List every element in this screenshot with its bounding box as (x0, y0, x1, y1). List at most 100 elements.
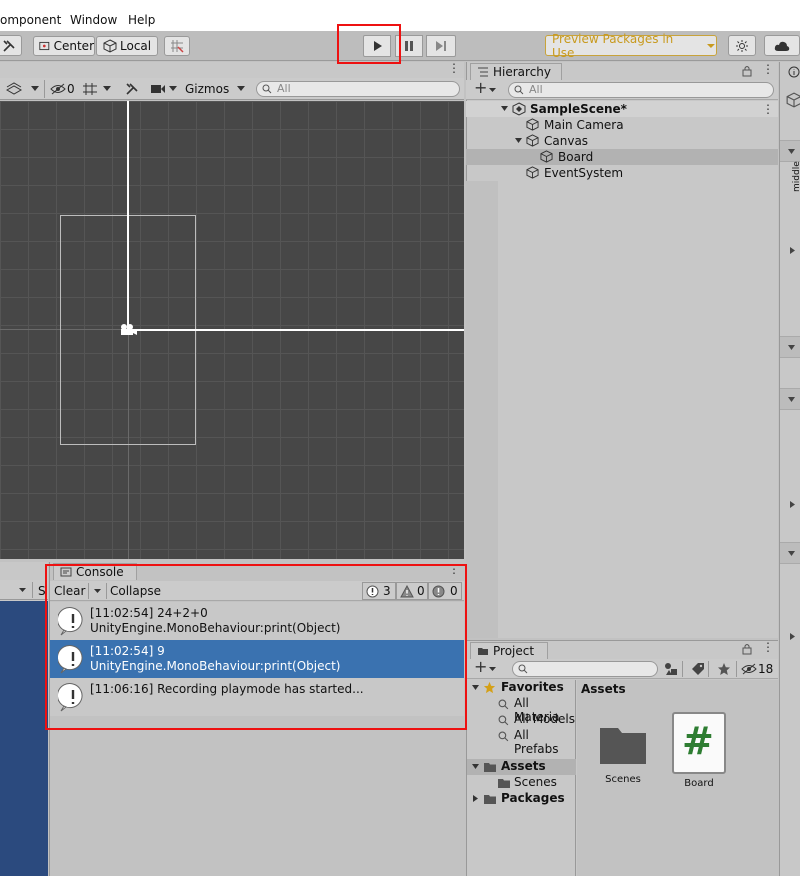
x-axis-handle[interactable] (128, 329, 464, 331)
scene-viewport[interactable] (0, 101, 464, 559)
visibility-icon[interactable] (741, 663, 757, 675)
tree-item-favorite[interactable]: All Models (467, 712, 576, 728)
tools-button[interactable] (0, 35, 22, 56)
left-bottom-list (0, 601, 48, 876)
local-cube-icon (103, 39, 117, 53)
grid-icon[interactable] (82, 82, 98, 96)
project-tab-label: Project (493, 644, 535, 658)
gameobject-cube-icon (540, 150, 553, 163)
asset-item-board[interactable]: # Board (669, 710, 729, 790)
hierarchy-item-label: EventSystem (544, 166, 624, 180)
search-by-type-icon[interactable] (664, 662, 678, 676)
project-search-input[interactable] (512, 661, 658, 677)
hierarchy-left-gutter (466, 181, 498, 638)
kebab-menu-icon[interactable]: ⋮ (448, 61, 460, 75)
gizmos-dropdown[interactable]: Gizmos (185, 82, 229, 96)
services-button[interactable] (728, 35, 756, 56)
expand-arrow-icon[interactable] (789, 632, 796, 641)
chevron-down-icon[interactable] (18, 587, 27, 594)
folder-icon (498, 779, 510, 788)
tree-item-favorites[interactable]: Favorites (467, 680, 576, 696)
tree-item-label: Packages (501, 791, 565, 805)
step-button[interactable] (426, 35, 456, 57)
tree-item-assets[interactable]: Assets (467, 759, 576, 775)
expand-arrow-icon[interactable] (789, 500, 796, 509)
project-grid: Assets Scenes # Board (577, 680, 778, 876)
tree-item-favorite[interactable]: All Prefabs (467, 728, 576, 756)
menu-item-window[interactable]: Window (70, 13, 117, 27)
center-label: Center (53, 39, 94, 53)
snap-button[interactable] (164, 36, 190, 56)
cloud-button[interactable] (764, 35, 800, 56)
lock-icon[interactable] (742, 65, 752, 77)
tree-item-label: Favorites (501, 680, 564, 694)
chevron-down-icon[interactable] (168, 85, 178, 93)
camera-icon[interactable] (150, 84, 166, 94)
y-axis-handle[interactable] (127, 101, 129, 329)
expand-arrow-icon[interactable] (471, 763, 480, 771)
kebab-menu-icon[interactable]: ⋮ (762, 101, 774, 117)
pivot-local-button[interactable]: Local (96, 36, 158, 56)
gameobject-cube-icon (526, 166, 539, 179)
add-icon[interactable]: + (474, 657, 487, 676)
draw-mode-icon[interactable] (6, 82, 22, 96)
collapse-arrow-icon[interactable] (787, 344, 796, 352)
hierarchy-item-main-camera[interactable]: Main Camera (466, 117, 778, 133)
hierarchy-item-samplescene[interactable]: SampleScene* ⋮ (466, 101, 778, 117)
expand-arrow-icon[interactable] (514, 137, 523, 145)
collapse-arrow-icon[interactable] (787, 148, 796, 156)
scene-toolbar: 0 Gizmos All (0, 78, 464, 100)
chevron-down-icon[interactable] (236, 85, 246, 93)
expand-arrow-icon[interactable] (789, 246, 796, 255)
tree-item-favorite[interactable]: All Materia (467, 696, 576, 724)
collapse-arrow-icon[interactable] (787, 550, 796, 558)
chevron-down-icon[interactable] (102, 85, 112, 93)
anchor-preset-label: middle (792, 161, 800, 192)
camera-gizmo-icon[interactable] (118, 322, 138, 338)
gameobject-cube-icon (526, 134, 539, 147)
hierarchy-item-eventsystem[interactable]: EventSystem (466, 165, 778, 181)
menu-item-component[interactable]: omponent (0, 13, 61, 27)
expand-arrow-icon[interactable] (471, 684, 480, 692)
star-icon[interactable] (717, 662, 731, 676)
grid-header: Assets (581, 682, 626, 696)
list-icon (478, 67, 488, 77)
expand-right-icon[interactable] (472, 794, 479, 803)
info-icon[interactable] (788, 66, 800, 78)
chevron-down-icon[interactable] (488, 666, 497, 673)
chevron-down-icon[interactable] (30, 85, 40, 93)
preview-packages-dropdown[interactable]: Preview Packages in Use (545, 32, 717, 60)
hidden-count: 0 (67, 82, 75, 96)
pause-icon (405, 41, 413, 51)
collapse-arrow-icon[interactable] (787, 396, 796, 404)
hierarchy-search-placeholder: All (529, 83, 543, 96)
search-icon (262, 84, 272, 94)
menu-item-help[interactable]: Help (128, 13, 155, 27)
kebab-menu-icon[interactable]: ⋮ (762, 62, 774, 76)
hierarchy-search-input[interactable]: All (508, 82, 774, 98)
gameobject-cube-icon (526, 118, 539, 131)
hierarchy-item-canvas[interactable]: Canvas (466, 133, 778, 149)
highlight-play-button (337, 24, 401, 64)
highlight-console (45, 564, 467, 730)
chevron-down-icon[interactable] (488, 87, 497, 94)
label-tag-icon[interactable] (691, 662, 705, 676)
tree-item-packages[interactable]: Packages (467, 791, 576, 807)
add-icon[interactable]: + (474, 78, 487, 97)
project-tree: Favorites All Materia All Models All Pre… (467, 680, 576, 876)
hierarchy-item-board[interactable]: Board (466, 149, 778, 165)
sun-icon (736, 39, 748, 52)
expand-arrow-icon[interactable] (500, 105, 509, 113)
scene-search-placeholder: All (277, 82, 291, 95)
center-pivot-icon (39, 41, 50, 51)
tree-item-scenes[interactable]: Scenes (467, 775, 576, 791)
pivot-center-button[interactable]: Center (33, 36, 95, 56)
tree-item-label: Assets (501, 759, 546, 773)
kebab-menu-icon[interactable]: ⋮ (762, 640, 774, 654)
visibility-icon[interactable] (50, 83, 66, 95)
lock-icon[interactable] (742, 643, 752, 655)
tools-icon[interactable] (125, 82, 139, 96)
asset-item-scenes[interactable]: Scenes (593, 718, 653, 790)
scene-search-input[interactable]: All (256, 81, 460, 97)
folder-icon (484, 795, 496, 804)
